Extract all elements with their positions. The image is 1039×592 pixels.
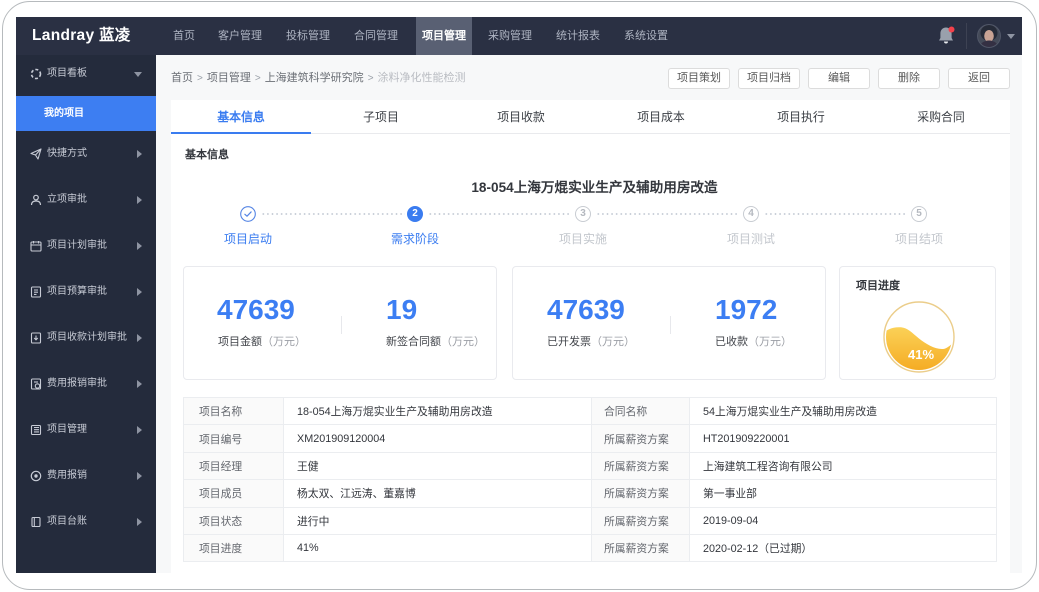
svg-text:41%: 41% — [908, 347, 934, 362]
